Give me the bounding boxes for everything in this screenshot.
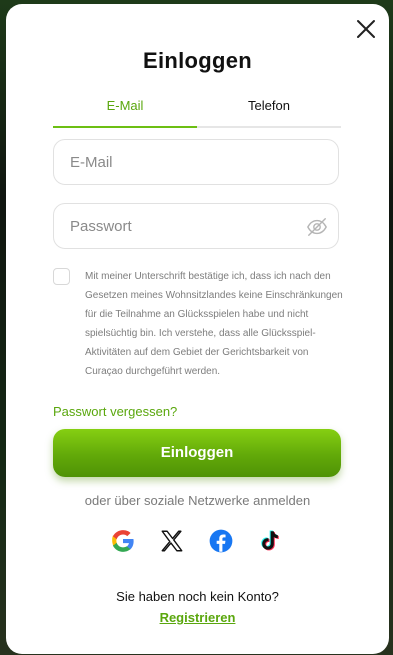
- social-login-row: [110, 528, 290, 556]
- facebook-icon: [209, 529, 233, 553]
- login-modal: Einloggen E-Mail Telefon Mit meiner Unte…: [6, 4, 389, 654]
- consent-checkbox[interactable]: [53, 268, 70, 285]
- tab-phone[interactable]: Telefon: [197, 96, 341, 126]
- forgot-password-link[interactable]: Passwort vergessen?: [53, 404, 177, 419]
- google-login-button[interactable]: [110, 528, 136, 554]
- tiktok-login-button[interactable]: [257, 528, 283, 554]
- x-login-button[interactable]: [159, 528, 185, 554]
- email-field-wrapper: [53, 139, 339, 185]
- tab-email[interactable]: E-Mail: [53, 96, 197, 128]
- eye-off-icon: [307, 218, 327, 236]
- no-account-text: Sie haben noch kein Konto?: [116, 589, 279, 604]
- social-login-caption: oder über soziale Netzwerke anmelden: [84, 493, 311, 508]
- password-visibility-toggle[interactable]: [306, 216, 328, 238]
- register-link-container: Registrieren: [6, 610, 389, 625]
- password-input[interactable]: [70, 204, 300, 248]
- x-icon: [161, 530, 183, 552]
- email-input[interactable]: [70, 140, 300, 184]
- close-button[interactable]: [355, 18, 377, 40]
- login-method-tabs: E-Mail Telefon: [53, 96, 341, 128]
- facebook-login-button[interactable]: [208, 528, 234, 554]
- modal-title: Einloggen: [142, 48, 253, 73]
- consent-text: Mit meiner Unterschrift bestätige ich, d…: [85, 271, 343, 377]
- login-button[interactable]: Einloggen: [53, 429, 341, 477]
- password-field-wrapper: [53, 203, 339, 249]
- google-icon: [112, 530, 134, 552]
- close-icon: [357, 20, 375, 38]
- tiktok-icon: [261, 530, 279, 551]
- register-link[interactable]: Registrieren: [160, 610, 236, 625]
